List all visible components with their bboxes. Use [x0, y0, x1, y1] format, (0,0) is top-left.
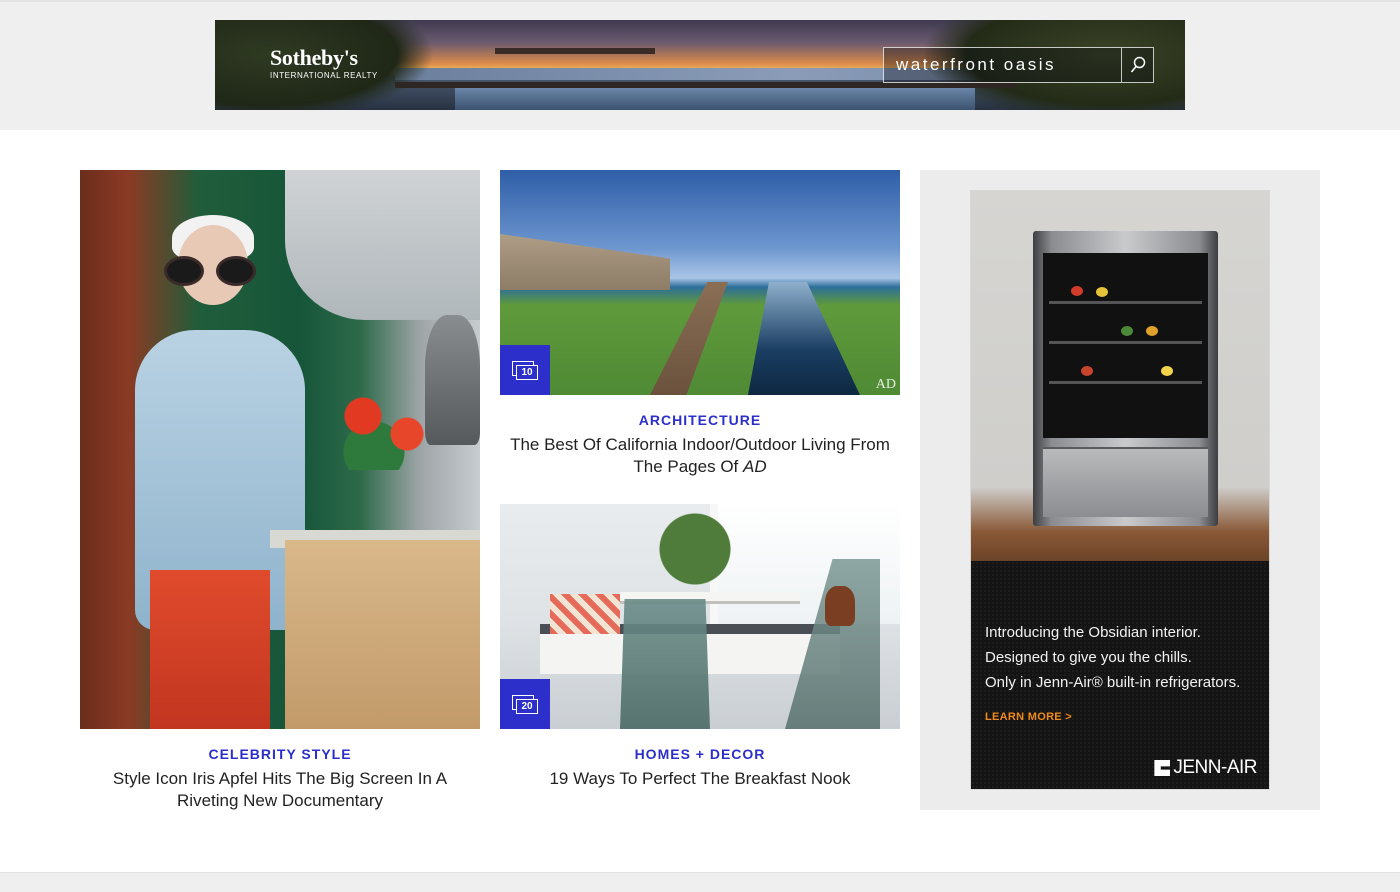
search-icon — [1130, 56, 1145, 73]
food-item — [1081, 366, 1093, 376]
ad-line-2: Designed to give you the chills. — [985, 649, 1192, 666]
fridge-shelf — [1049, 301, 1202, 304]
chair-left — [620, 599, 710, 729]
gallery-badge[interactable]: 20 — [500, 679, 550, 729]
wood-cabinet — [285, 540, 480, 729]
food-item — [1161, 366, 1173, 376]
bottom-band — [0, 872, 1400, 892]
card-category-celebrity-style[interactable]: CELEBRITY STYLE — [80, 746, 480, 762]
jenn-air-ad[interactable]: Introducing the Obsidian interior. Desig… — [970, 190, 1270, 790]
food-item — [1096, 287, 1108, 297]
banner-pool — [455, 88, 975, 110]
gallery-count: 20 — [516, 698, 538, 714]
gallery-icon: 20 — [512, 694, 538, 714]
jenn-air-mark-icon — [1154, 760, 1171, 776]
architecture-image[interactable]: AD 10 — [500, 170, 900, 395]
fridge-drawer — [1043, 447, 1208, 517]
banner-search-input[interactable] — [884, 48, 1122, 82]
food-item — [1146, 326, 1158, 336]
brand-name: Sotheby's — [270, 45, 358, 70]
lap-pool — [748, 282, 860, 395]
hibiscus-flowers — [330, 380, 440, 470]
title-emphasis: AD — [743, 457, 767, 476]
card-title-breakfast-nook[interactable]: 19 Ways To Perfect The Breakfast Nook — [510, 768, 890, 790]
sothebys-banner-ad[interactable]: Sotheby's INTERNATIONAL REALTY — [215, 20, 1185, 110]
modern-house — [500, 234, 670, 290]
banner-search — [883, 47, 1154, 83]
food-item — [1121, 326, 1133, 336]
top-ad-band: Sotheby's INTERNATIONAL REALTY — [0, 0, 1400, 130]
pillows — [550, 594, 620, 634]
gallery-badge[interactable]: 10 — [500, 345, 550, 395]
gallery-icon: 10 — [512, 360, 538, 380]
card-title-california-living[interactable]: The Best Of California Indoor/Outdoor Li… — [510, 434, 890, 478]
wall-sculpture — [285, 170, 480, 320]
banner-search-button[interactable] — [1121, 48, 1153, 82]
title-text: The Best Of California Indoor/Outdoor Li… — [510, 435, 890, 476]
side-ad-container: Introducing the Obsidian interior. Desig… — [920, 170, 1320, 810]
brand-sub: INTERNATIONAL REALTY — [270, 71, 378, 80]
dog — [825, 586, 855, 626]
gallery-count: 10 — [516, 364, 538, 380]
ad-copy-panel: Introducing the Obsidian interior. Desig… — [971, 561, 1269, 789]
ad-line-1: Introducing the Obsidian interior. — [985, 624, 1201, 641]
sothebys-logo: Sotheby's INTERNATIONAL REALTY — [270, 46, 378, 82]
card-title-iris-apfel[interactable]: Style Icon Iris Apfel Hits The Big Scree… — [90, 768, 470, 812]
fridge-interior — [1043, 253, 1208, 438]
food-item — [1071, 286, 1083, 296]
jenn-air-logo-text: JENN-AIR — [1173, 757, 1257, 778]
breakfast-nook-image[interactable]: 20 — [500, 504, 900, 729]
ad-line-3: Only in Jenn-Air® built-in refrigerators… — [985, 674, 1241, 691]
fridge-shelf — [1049, 341, 1202, 344]
card-category-architecture[interactable]: ARCHITECTURE — [500, 412, 900, 428]
ad-watermark: AD — [875, 377, 896, 392]
celebrity-style-image[interactable] — [80, 170, 480, 729]
stone-bust — [425, 315, 480, 445]
learn-more-link[interactable]: LEARN MORE > — [985, 711, 1072, 723]
potted-plant — [650, 504, 740, 594]
fridge-shelf — [1049, 381, 1202, 384]
round-glasses — [164, 256, 262, 286]
card-category-homes-decor[interactable]: HOMES + DECOR — [500, 746, 900, 762]
ad-fridge-photo — [971, 191, 1269, 561]
top-divider — [0, 0, 1400, 2]
figure-pants — [150, 570, 270, 729]
jenn-air-logo: JENN-AIR — [1154, 757, 1257, 779]
